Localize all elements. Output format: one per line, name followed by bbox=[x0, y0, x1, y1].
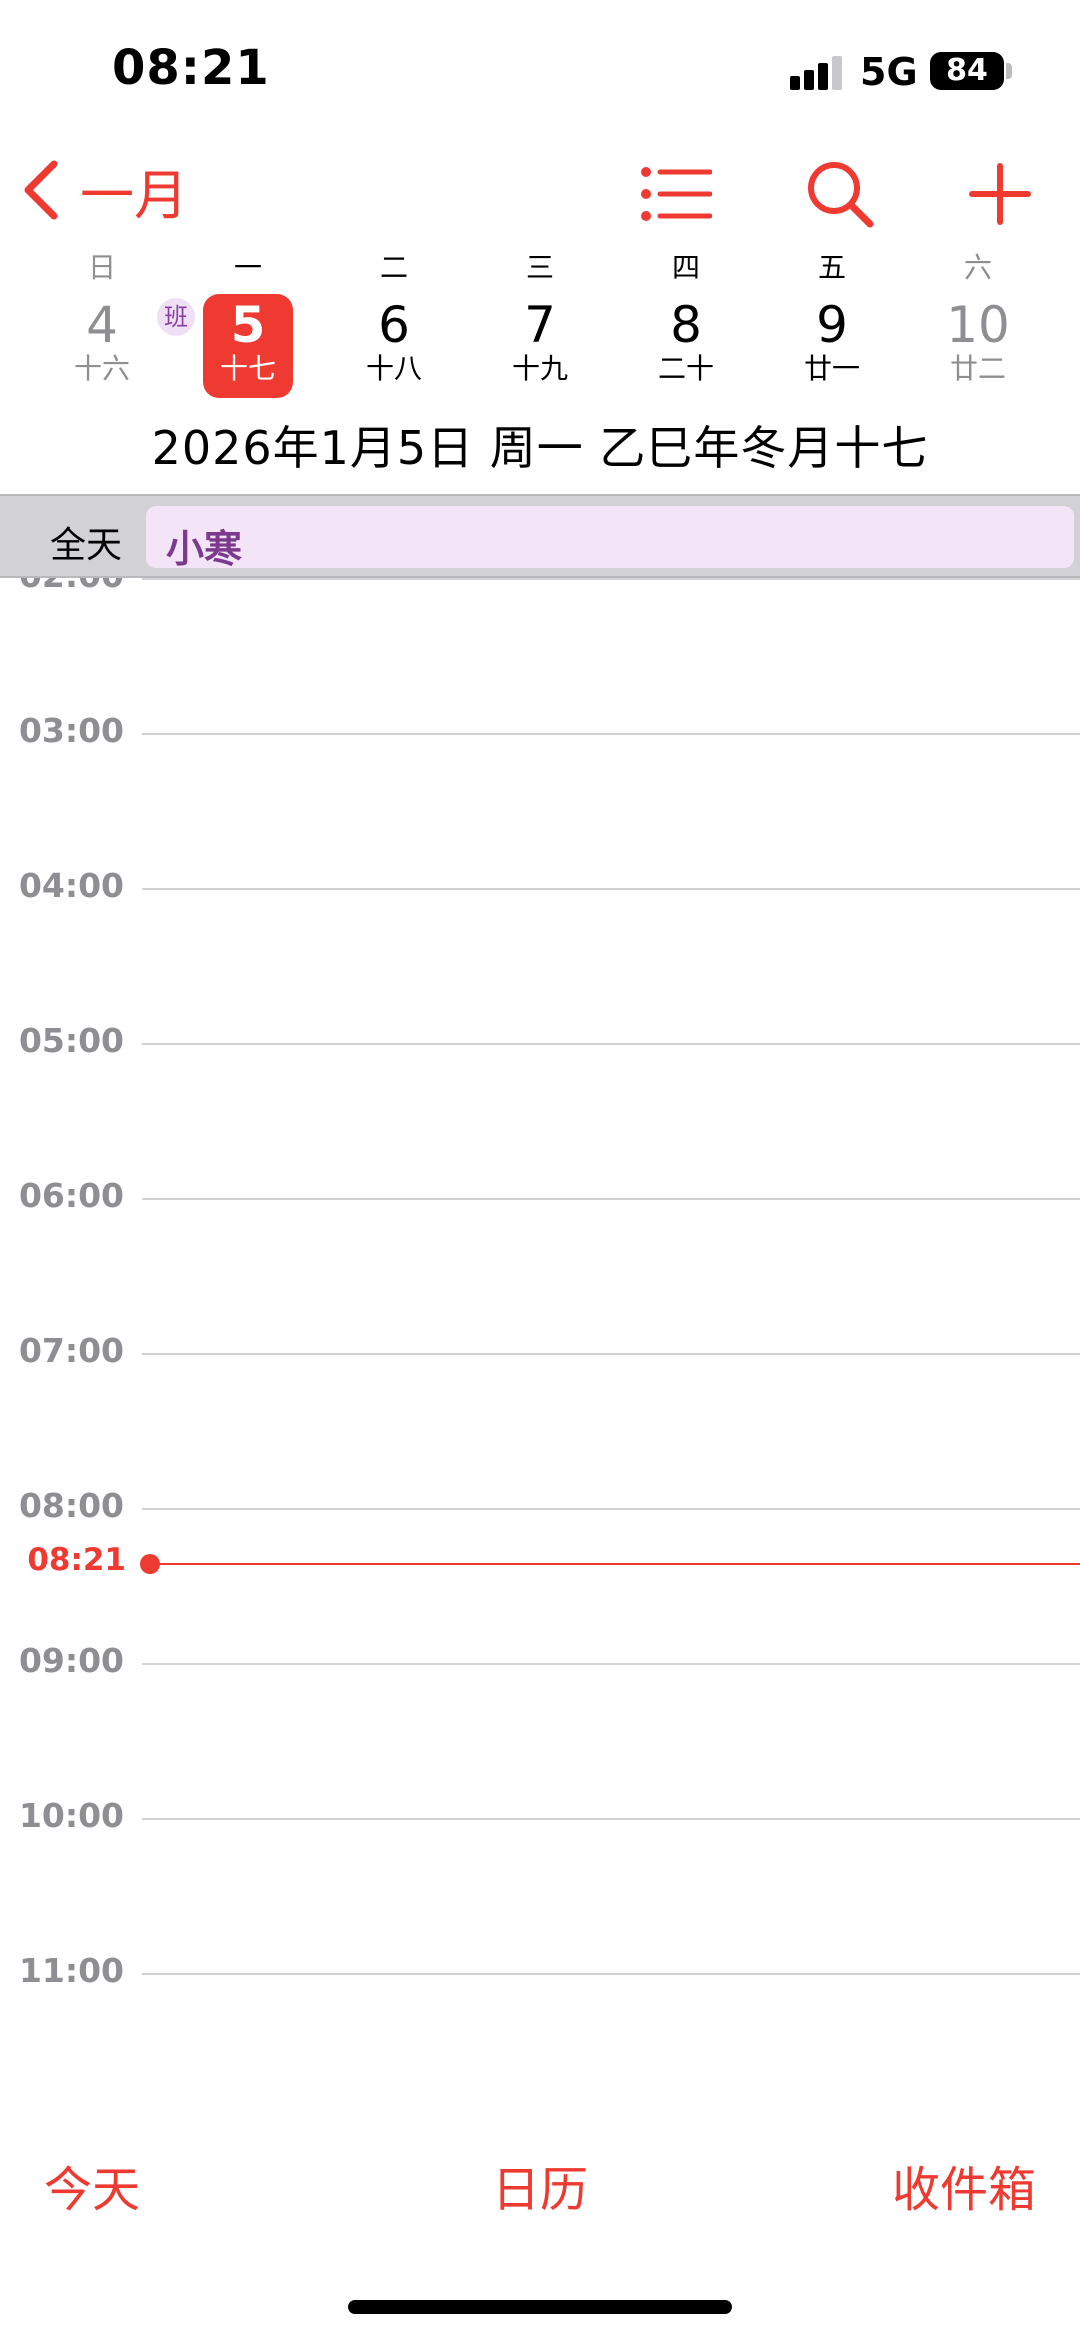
hour-row: 10:00 bbox=[0, 1796, 1080, 1835]
lunar-date: 廿一 bbox=[803, 352, 860, 385]
network-type: 5G bbox=[860, 50, 918, 94]
hour-label: 02:00 bbox=[0, 578, 124, 595]
day-column-sunday[interactable]: 日 4 十六 班 bbox=[29, 250, 195, 410]
day-column-wednesday[interactable]: 三 7 十九 bbox=[467, 250, 613, 410]
lunar-date: 十九 bbox=[511, 352, 568, 385]
hour-row: 03:00 bbox=[0, 711, 1080, 750]
hour-label: 08:00 bbox=[18, 1486, 124, 1525]
lunar-date: 十七 bbox=[219, 352, 276, 385]
hour-gridline bbox=[142, 1043, 1080, 1045]
add-event-button[interactable] bbox=[960, 154, 1040, 234]
selected-date-cell[interactable]: 5 十七 bbox=[203, 294, 293, 398]
hour-gridline bbox=[142, 1973, 1080, 1975]
all-day-event[interactable]: 小寒 bbox=[146, 506, 1074, 571]
all-day-label: 全天 bbox=[50, 525, 123, 566]
plus-icon bbox=[969, 163, 1031, 225]
status-bar: 08:21 5G 84 bbox=[0, 0, 1080, 140]
search-button[interactable] bbox=[800, 154, 880, 234]
day-of-week-label: 三 bbox=[525, 251, 554, 284]
list-view-button[interactable] bbox=[636, 154, 716, 234]
day-of-week-label: 五 bbox=[817, 251, 846, 284]
date-cell[interactable]: 4 十六 bbox=[57, 294, 147, 398]
week-strip: 日 4 十六 班 一 5 十七 二 6 十八 三 7 十九 四 8 二十 五 9… bbox=[0, 250, 1080, 410]
date-cell[interactable]: 7 十九 bbox=[495, 294, 585, 398]
hour-gridline bbox=[142, 578, 1080, 580]
day-column-friday[interactable]: 五 9 廿一 bbox=[759, 250, 905, 410]
day-of-week-label: 日 bbox=[87, 251, 116, 284]
search-icon bbox=[808, 162, 874, 228]
lunar-date: 十六 bbox=[73, 352, 130, 385]
day-column-saturday[interactable]: 六 10 廿二 bbox=[905, 250, 1051, 410]
day-column-tuesday[interactable]: 二 6 十八 bbox=[321, 250, 467, 410]
lunar-date: 廿二 bbox=[949, 352, 1006, 385]
hour-gridline bbox=[142, 1198, 1080, 1200]
date-number: 8 bbox=[670, 296, 702, 354]
hour-label: 06:00 bbox=[18, 1176, 124, 1215]
hour-row: 06:00 bbox=[0, 1176, 1080, 1215]
date-cell[interactable]: 8 二十 bbox=[641, 294, 731, 398]
status-time: 08:21 bbox=[112, 40, 270, 96]
current-time-line bbox=[148, 1563, 1080, 1565]
hour-gridline bbox=[142, 1508, 1080, 1510]
lunar-date: 二十 bbox=[657, 352, 714, 385]
chevron-left-icon bbox=[24, 160, 58, 220]
navigation-bar: 一月 bbox=[0, 140, 1080, 240]
hour-label: 05:00 bbox=[18, 1021, 124, 1060]
hour-gridline bbox=[142, 1818, 1080, 1820]
back-label: 一月 bbox=[80, 163, 188, 227]
date-cell[interactable]: 9 廿一 bbox=[787, 294, 877, 398]
all-day-section: 全天 小寒 bbox=[0, 494, 1080, 578]
day-of-week-label: 六 bbox=[963, 251, 992, 284]
date-number: 9 bbox=[816, 296, 848, 354]
hour-row: 08:00 bbox=[0, 1486, 1080, 1525]
date-cell[interactable]: 6 十八 bbox=[349, 294, 439, 398]
day-column-thursday[interactable]: 四 8 二十 bbox=[613, 250, 759, 410]
list-icon bbox=[641, 167, 712, 221]
hour-label: 10:00 bbox=[18, 1796, 124, 1835]
hour-label: 11:00 bbox=[18, 1951, 124, 1990]
current-time-label: 08:21 bbox=[27, 1542, 126, 1578]
hour-row: 04:00 bbox=[0, 866, 1080, 905]
home-indicator[interactable] bbox=[348, 2300, 732, 2314]
hour-row: 07:00 bbox=[0, 1331, 1080, 1370]
date-number: 4 bbox=[86, 296, 118, 354]
hour-row: 02:00 bbox=[0, 578, 1080, 595]
day-of-week-label: 一 bbox=[233, 251, 262, 284]
lunar-date: 十八 bbox=[365, 352, 422, 385]
battery-icon: 84 bbox=[930, 52, 1004, 90]
date-number: 10 bbox=[946, 296, 1010, 354]
calendars-button[interactable]: 日历 bbox=[492, 2150, 588, 2220]
hour-label: 09:00 bbox=[18, 1641, 124, 1680]
hour-row: 05:00 bbox=[0, 1021, 1080, 1060]
date-number: 6 bbox=[378, 296, 410, 354]
inbox-button[interactable]: 收件箱 bbox=[892, 2150, 1036, 2220]
hour-gridline bbox=[142, 888, 1080, 890]
bottom-toolbar: 今天 日历 收件箱 bbox=[0, 2130, 1080, 2240]
hour-label: 03:00 bbox=[18, 711, 124, 750]
hour-label: 07:00 bbox=[18, 1331, 124, 1370]
cellular-signal-icon bbox=[790, 54, 846, 90]
day-column-monday[interactable]: 一 5 十七 bbox=[175, 250, 321, 410]
battery-tip bbox=[1006, 63, 1012, 79]
hour-gridline bbox=[142, 733, 1080, 735]
date-cell[interactable]: 10 廿二 bbox=[933, 294, 1023, 398]
day-of-week-label: 四 bbox=[671, 251, 700, 284]
day-timeline[interactable]: 02:00 03:00 04:00 05:00 06:00 07:00 08:0… bbox=[0, 578, 1080, 2028]
event-title: 小寒 bbox=[166, 527, 243, 571]
hour-gridline bbox=[142, 1663, 1080, 1665]
full-date-header: 2026年1月5日 周一 乙巳年冬月十七 bbox=[151, 421, 929, 475]
today-button[interactable]: 今天 bbox=[44, 2150, 140, 2220]
date-number: 5 bbox=[230, 296, 266, 354]
hour-row: 09:00 bbox=[0, 1641, 1080, 1680]
hour-gridline bbox=[142, 1353, 1080, 1355]
hour-row: 11:00 bbox=[0, 1951, 1080, 1990]
back-to-month-button[interactable]: 一月 bbox=[20, 150, 188, 230]
current-time-dot bbox=[140, 1554, 160, 1574]
date-number: 7 bbox=[524, 296, 556, 354]
day-of-week-label: 二 bbox=[379, 251, 408, 284]
hour-label: 04:00 bbox=[18, 866, 124, 905]
